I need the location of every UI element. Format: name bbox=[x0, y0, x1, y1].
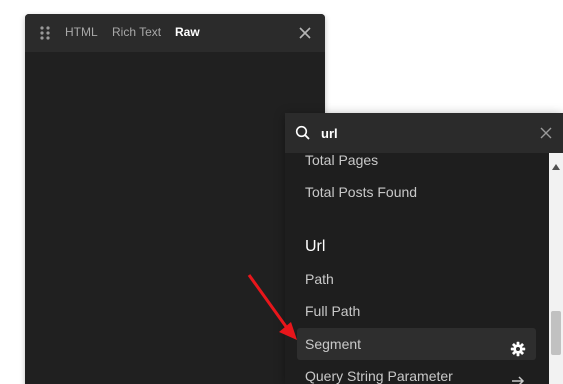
group-heading-url: Url bbox=[305, 238, 326, 255]
gear-icon[interactable] bbox=[510, 336, 526, 357]
dynamic-data-dropdown: Total Pages Total Posts Found Url Path F… bbox=[285, 113, 563, 384]
list-item-query-string-parameter[interactable]: Query String Parameter bbox=[297, 360, 536, 384]
search-bar bbox=[285, 113, 563, 153]
list-item-full-path[interactable]: Full Path bbox=[297, 295, 536, 327]
list-item-label: Query String Parameter bbox=[305, 368, 453, 384]
search-input[interactable] bbox=[321, 123, 521, 143]
arrow-right-icon[interactable] bbox=[510, 368, 526, 384]
tab-html[interactable]: HTML bbox=[65, 25, 98, 39]
close-icon[interactable] bbox=[297, 25, 313, 41]
scroll-up-icon[interactable] bbox=[552, 157, 560, 170]
list-item-total-pages[interactable]: Total Pages bbox=[297, 153, 536, 176]
list-item-label: Segment bbox=[305, 336, 362, 352]
scroll-thumb[interactable] bbox=[551, 311, 561, 355]
list-item-total-posts-found[interactable]: Total Posts Found bbox=[297, 176, 536, 208]
search-icon bbox=[295, 125, 311, 141]
scrollbar[interactable] bbox=[549, 153, 563, 384]
drag-handle-icon[interactable] bbox=[39, 26, 51, 40]
list-item-path[interactable]: Path bbox=[297, 263, 536, 295]
tab-rich-text[interactable]: Rich Text bbox=[112, 25, 161, 39]
clear-icon[interactable] bbox=[539, 126, 553, 140]
list-item-segment[interactable]: Segment bbox=[297, 328, 536, 360]
editor-panel: HTML Rich Text Raw bbox=[25, 14, 325, 384]
tab-raw[interactable]: Raw bbox=[175, 25, 200, 39]
editor-header: HTML Rich Text Raw bbox=[25, 14, 325, 52]
results-list: Total Pages Total Posts Found Url Path F… bbox=[285, 153, 549, 384]
